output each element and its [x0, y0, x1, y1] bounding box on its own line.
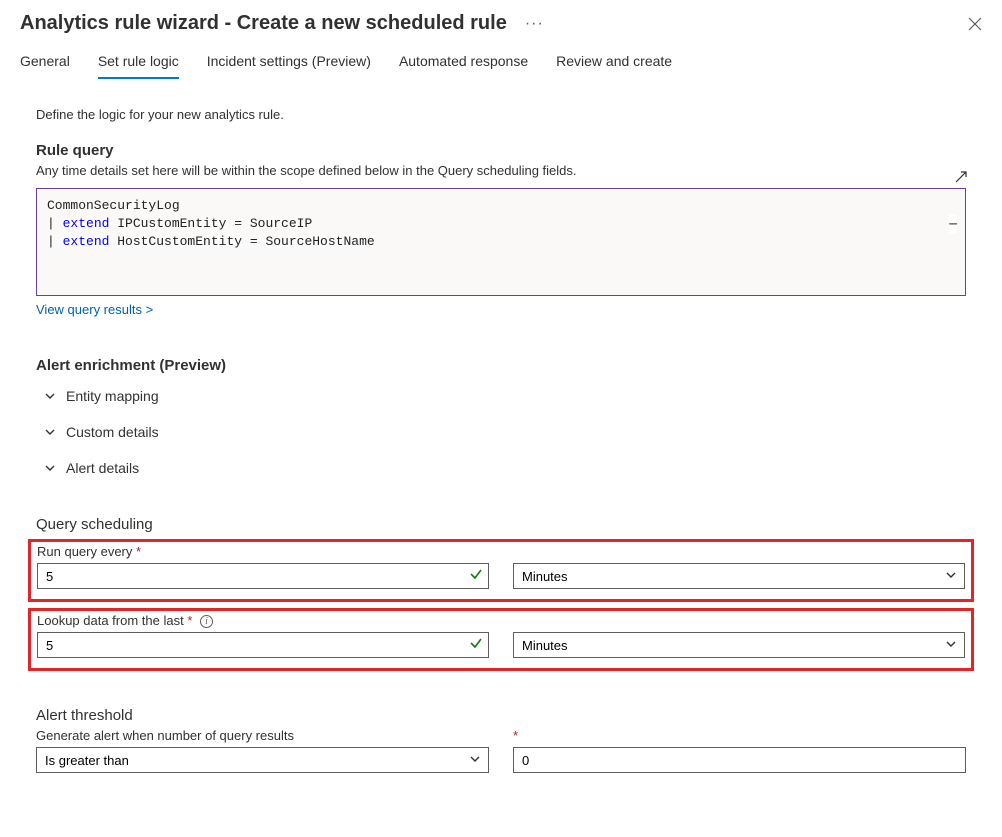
tab-review-create[interactable]: Review and create [556, 53, 672, 79]
wizard-panel: Analytics rule wizard - Create a new sch… [0, 0, 1002, 837]
entity-mapping-label: Entity mapping [66, 388, 159, 404]
alert-threshold-heading: Alert threshold [36, 707, 966, 724]
query-editor[interactable]: — CommonSecurityLog | extend IPCustomEnti… [36, 188, 966, 296]
alert-threshold-value-input[interactable] [513, 747, 966, 773]
more-actions-button[interactable]: ··· [525, 15, 544, 33]
query-line-3: | extend HostCustomEntity = SourceHostNa… [47, 234, 375, 249]
tab-automated-response[interactable]: Automated response [399, 53, 528, 79]
lookup-data-group: Lookup data from the last * i Minutes [28, 608, 974, 671]
alert-enrichment-section: Alert enrichment (Preview) Entity mappin… [36, 357, 966, 486]
expand-icon [954, 170, 968, 184]
alert-threshold-operator-select[interactable]: Is greater than [36, 747, 489, 773]
query-area: — CommonSecurityLog | extend IPCustomEnti… [36, 188, 966, 317]
required-marker: * [513, 728, 966, 743]
required-marker: * [187, 613, 192, 628]
run-query-every-group: Run query every * Minutes [28, 539, 974, 602]
custom-details-toggle[interactable]: Custom details [36, 414, 966, 450]
info-icon[interactable]: i [200, 615, 213, 628]
lookup-data-label: Lookup data from the last * i [37, 613, 965, 628]
alert-threshold-label: Generate alert when number of query resu… [36, 728, 489, 743]
lookup-data-unit-select[interactable]: Minutes [513, 632, 965, 658]
lookup-data-value-input[interactable] [37, 632, 489, 658]
alert-details-label: Alert details [66, 460, 139, 476]
entity-mapping-toggle[interactable]: Entity mapping [36, 378, 966, 414]
tab-incident-settings[interactable]: Incident settings (Preview) [207, 53, 371, 79]
custom-details-label: Custom details [66, 424, 159, 440]
run-query-every-value-input[interactable] [37, 563, 489, 589]
query-line-1: CommonSecurityLog [47, 198, 180, 213]
alert-enrichment-heading: Alert enrichment (Preview) [36, 357, 966, 374]
run-query-every-label: Run query every * [37, 544, 965, 559]
code-collapse-marker[interactable]: — [949, 215, 957, 233]
rule-query-desc: Any time details set here will be within… [36, 163, 966, 178]
expand-query-button[interactable] [954, 170, 968, 187]
required-marker: * [136, 544, 141, 559]
tabs: General Set rule logic Incident settings… [0, 35, 1002, 79]
page-title: Analytics rule wizard - Create a new sch… [20, 12, 507, 35]
header: Analytics rule wizard - Create a new sch… [0, 0, 1002, 35]
query-scheduling-section: Query scheduling Run query every * Minut… [36, 516, 966, 671]
close-icon [968, 17, 982, 31]
alert-threshold-section: Alert threshold Generate alert when numb… [36, 707, 966, 773]
query-scheduling-heading: Query scheduling [36, 516, 966, 533]
query-line-2: | extend IPCustomEntity = SourceIP [47, 216, 312, 231]
chevron-down-icon [44, 390, 56, 402]
chevron-down-icon [44, 462, 56, 474]
tab-set-rule-logic[interactable]: Set rule logic [98, 53, 179, 79]
tab-general[interactable]: General [20, 53, 70, 79]
close-button[interactable] [966, 14, 984, 36]
wizard-body: Define the logic for your new analytics … [0, 79, 1002, 783]
view-query-results-link[interactable]: View query results > [36, 302, 153, 317]
intro-text: Define the logic for your new analytics … [36, 107, 966, 122]
alert-details-toggle[interactable]: Alert details [36, 450, 966, 486]
rule-query-heading: Rule query [36, 142, 966, 159]
run-query-every-unit-select[interactable]: Minutes [513, 563, 965, 589]
chevron-down-icon [44, 426, 56, 438]
